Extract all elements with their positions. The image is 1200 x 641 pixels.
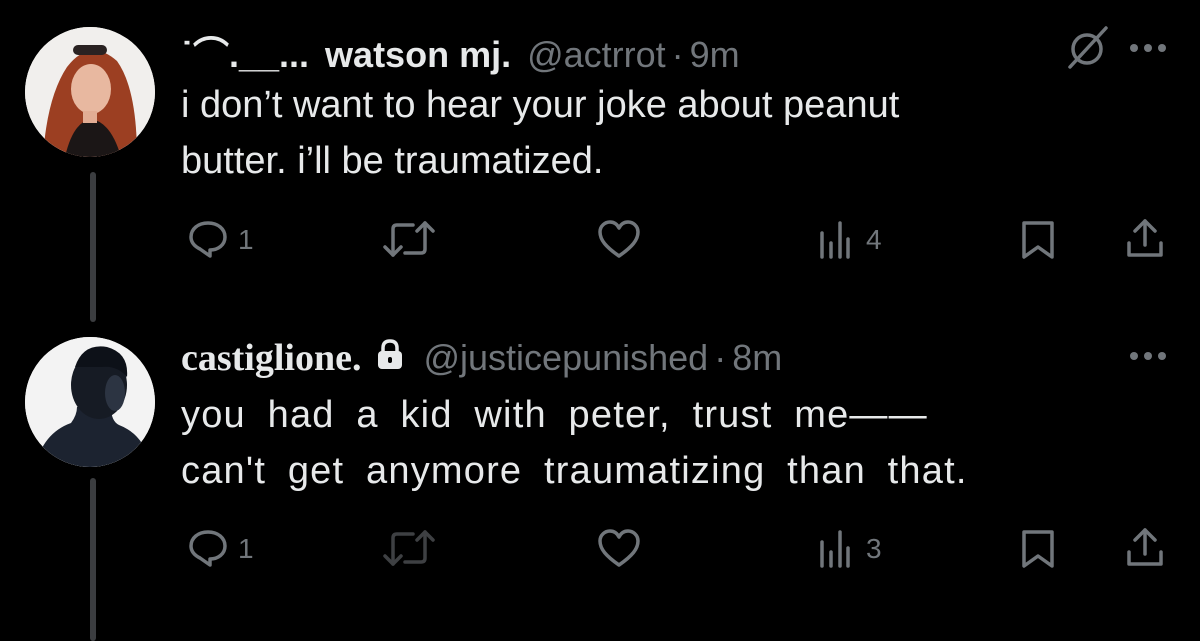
more-icon[interactable] bbox=[1128, 42, 1168, 54]
user-handle[interactable]: @actrrot bbox=[527, 34, 666, 76]
separator-dot: · bbox=[714, 337, 727, 378]
bookmark-icon[interactable] bbox=[1018, 219, 1058, 261]
display-name-decoration: ˙⌒.__... bbox=[181, 34, 310, 75]
tweet-text-line: i don’t want to hear your joke about pea… bbox=[181, 84, 900, 126]
timestamp[interactable]: 9m bbox=[690, 34, 740, 76]
retweet-icon[interactable] bbox=[381, 528, 437, 568]
display-name[interactable]: watson mj. bbox=[325, 34, 511, 76]
timestamp[interactable]: 8m bbox=[732, 337, 782, 379]
bookmark-icon[interactable] bbox=[1018, 528, 1058, 570]
reply-icon[interactable] bbox=[186, 528, 230, 568]
tweet-text: i don’t want to hear your joke about pea… bbox=[181, 77, 899, 189]
reply-count: 1 bbox=[238, 533, 254, 564]
reply-count: 1 bbox=[238, 224, 254, 255]
tweet-header: ˙⌒.__... watson mj. @actrrot · 9m bbox=[181, 26, 740, 78]
grok-icon[interactable] bbox=[1064, 24, 1110, 70]
tweet-text-line: can't get anymore traumatizing than that… bbox=[181, 450, 968, 492]
lock-icon bbox=[378, 339, 403, 369]
retweet-icon[interactable] bbox=[381, 219, 437, 259]
thread-line bbox=[90, 172, 96, 322]
views-count: 3 bbox=[866, 533, 882, 564]
share-icon[interactable] bbox=[1123, 217, 1167, 261]
views-icon[interactable] bbox=[818, 219, 852, 259]
share-icon[interactable] bbox=[1123, 526, 1167, 570]
user-handle[interactable]: @justicepunished bbox=[423, 337, 708, 379]
avatar[interactable] bbox=[25, 337, 155, 467]
reply-icon[interactable] bbox=[186, 219, 230, 259]
avatar[interactable] bbox=[25, 27, 155, 157]
tweet-text-line: you had a kid with peter, trust me—— bbox=[181, 394, 928, 436]
tweet-text-line: butter. i’ll be traumatized. bbox=[181, 140, 604, 182]
thread-line bbox=[90, 478, 96, 641]
views-icon[interactable] bbox=[818, 528, 852, 568]
tweet-header: castiglione. @justicepunished · 8m bbox=[181, 336, 782, 380]
like-icon[interactable] bbox=[596, 528, 642, 568]
display-name[interactable]: castiglione. bbox=[181, 336, 361, 380]
more-icon[interactable] bbox=[1128, 350, 1168, 362]
views-count: 4 bbox=[866, 224, 882, 255]
separator-dot: · bbox=[671, 34, 684, 75]
like-icon[interactable] bbox=[596, 219, 642, 259]
tweet-text: you had a kid with peter, trust me—— can… bbox=[181, 387, 968, 499]
